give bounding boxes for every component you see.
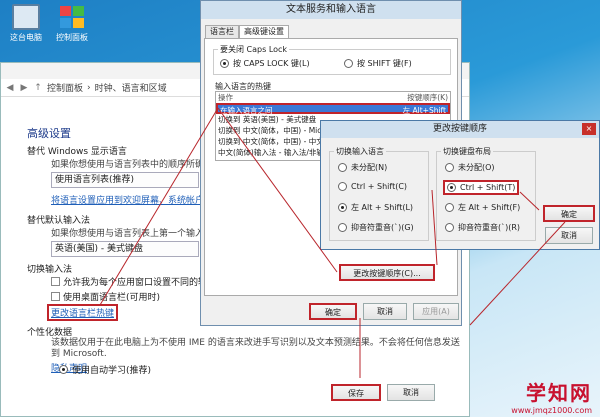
arrow-hotkey-to-list [99,107,219,306]
arrow-ok-to-dialog-ok [469,221,566,326]
watermark-logo-text: 学知网 [526,381,592,405]
watermark-url: www.jmqz1000.com [511,406,592,415]
annotation-arrows [99,107,566,378]
arrow-list-to-change-button [217,107,338,273]
arrow-to-ctrl-shift [431,189,438,266]
arrow-to-ok [519,191,540,211]
site-watermark: 学知网 www.jmqz1000.com [511,377,592,415]
